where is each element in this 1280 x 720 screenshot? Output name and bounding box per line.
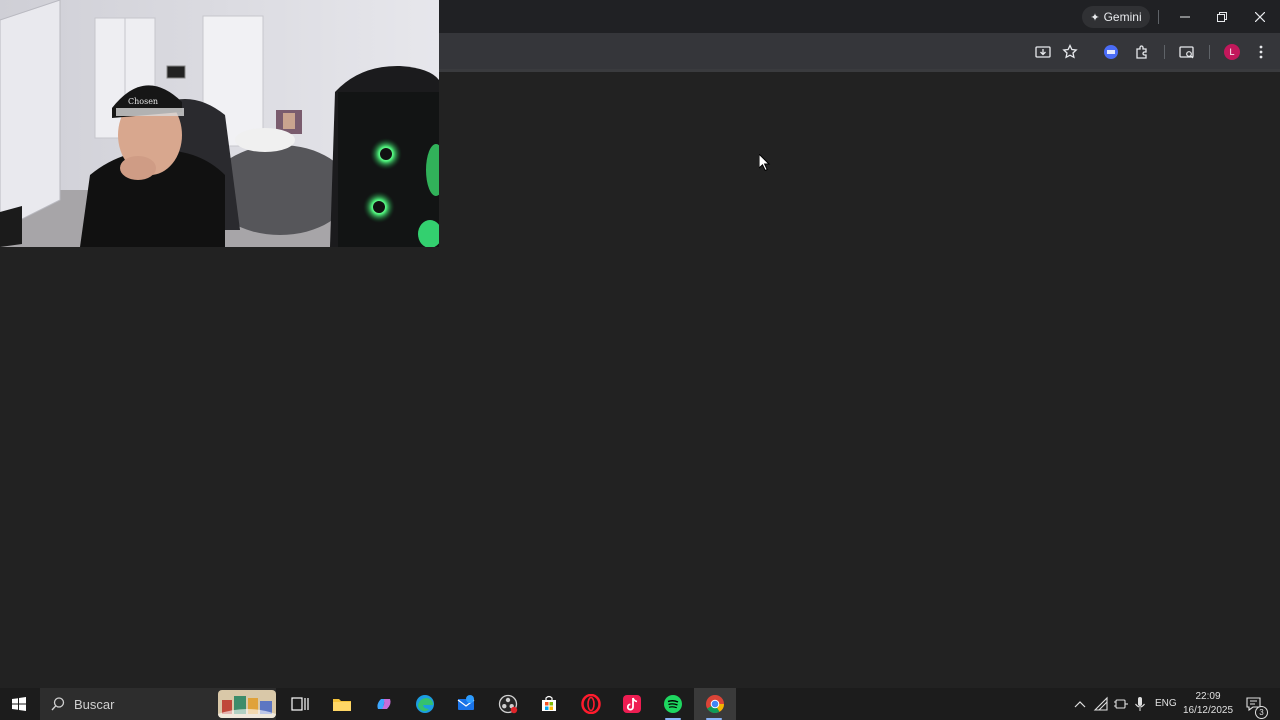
windows-logo-icon xyxy=(12,697,26,711)
microphone-button[interactable] xyxy=(1132,696,1148,712)
clock-time: 22:09 xyxy=(1195,691,1221,702)
clock-date: 16/12/2025 xyxy=(1182,705,1234,716)
battery-button[interactable] xyxy=(1113,696,1129,712)
gemini-label: Gemini xyxy=(1103,10,1142,24)
chrome-button[interactable] xyxy=(703,692,727,716)
search-icon xyxy=(51,697,65,711)
webcam-image: Chosen xyxy=(0,0,439,247)
obs-icon xyxy=(498,694,518,714)
search-highlight-icon xyxy=(218,690,276,718)
restore-icon xyxy=(1217,12,1227,22)
install-icon xyxy=(1035,46,1051,58)
restore-button[interactable] xyxy=(1210,6,1234,28)
extension-translate-button[interactable] xyxy=(1101,42,1121,62)
menu-button[interactable] xyxy=(1251,42,1271,62)
opera-button[interactable] xyxy=(579,692,603,716)
profile-initial: L xyxy=(1229,47,1235,57)
puzzle-icon xyxy=(1136,45,1147,59)
opera-icon xyxy=(581,694,601,714)
gemini-icon: ✦ xyxy=(1090,11,1100,24)
chevron-up-icon xyxy=(1074,701,1086,708)
profile-button[interactable]: L xyxy=(1222,42,1242,62)
edge-icon xyxy=(416,695,434,713)
toolbar-separator xyxy=(1164,45,1165,59)
search-tabs-button[interactable] xyxy=(1177,42,1197,62)
network-icon xyxy=(1093,696,1108,711)
mouse-cursor xyxy=(758,152,771,177)
close-icon xyxy=(1255,12,1265,22)
copilot-button[interactable] xyxy=(372,692,396,716)
start-button[interactable] xyxy=(8,694,30,714)
tab-search-icon xyxy=(1179,46,1194,59)
more-vert-icon xyxy=(1259,45,1263,59)
show-hidden-icons-button[interactable] xyxy=(1072,696,1088,712)
cursor-icon xyxy=(758,152,771,172)
webcam-overlay: Chosen xyxy=(0,0,439,247)
mail-icon xyxy=(457,695,475,710)
folder-icon xyxy=(333,699,351,711)
search-placeholder: Buscar xyxy=(74,696,115,712)
network-button[interactable] xyxy=(1093,696,1109,712)
task-view-button[interactable] xyxy=(288,692,312,716)
install-app-button[interactable] xyxy=(1033,42,1053,62)
close-button[interactable] xyxy=(1248,6,1272,28)
input-language[interactable]: ENG xyxy=(1155,698,1177,709)
notification-badge: 3 xyxy=(1255,706,1268,719)
bookmark-button[interactable] xyxy=(1060,42,1080,62)
edge-button[interactable] xyxy=(413,692,437,716)
spotify-icon xyxy=(664,695,682,713)
search-highlight-image xyxy=(218,690,276,718)
minimize-button[interactable] xyxy=(1173,6,1197,28)
mail-button[interactable] xyxy=(454,692,478,716)
task-view-icon xyxy=(291,697,309,711)
taskbar: Buscar ENG 22:09 16/12/2025 3 xyxy=(0,688,1280,720)
store-icon xyxy=(542,695,556,711)
toolbar-separator-2 xyxy=(1209,45,1210,59)
cap-text: Chosen xyxy=(128,97,158,106)
tiktok-button[interactable] xyxy=(620,692,644,716)
microphone-icon xyxy=(1135,697,1145,711)
title-separator xyxy=(1158,10,1159,24)
extensions-button[interactable] xyxy=(1132,42,1152,62)
tiktok-icon xyxy=(623,695,641,713)
spotify-button[interactable] xyxy=(661,692,685,716)
gemini-button[interactable]: ✦ Gemini xyxy=(1082,6,1150,28)
translate-extension-icon xyxy=(1104,45,1118,59)
minimize-icon xyxy=(1180,16,1190,18)
power-plug-icon xyxy=(1114,699,1128,709)
copilot-icon xyxy=(377,699,391,709)
file-explorer-button[interactable] xyxy=(330,692,354,716)
chrome-icon xyxy=(706,695,724,714)
notification-count: 3 xyxy=(1259,708,1264,717)
store-button[interactable] xyxy=(537,692,561,716)
clock[interactable]: 22:09 16/12/2025 xyxy=(1180,690,1236,718)
obs-button[interactable] xyxy=(496,692,520,716)
avatar: L xyxy=(1224,44,1240,60)
star-icon xyxy=(1062,44,1078,59)
